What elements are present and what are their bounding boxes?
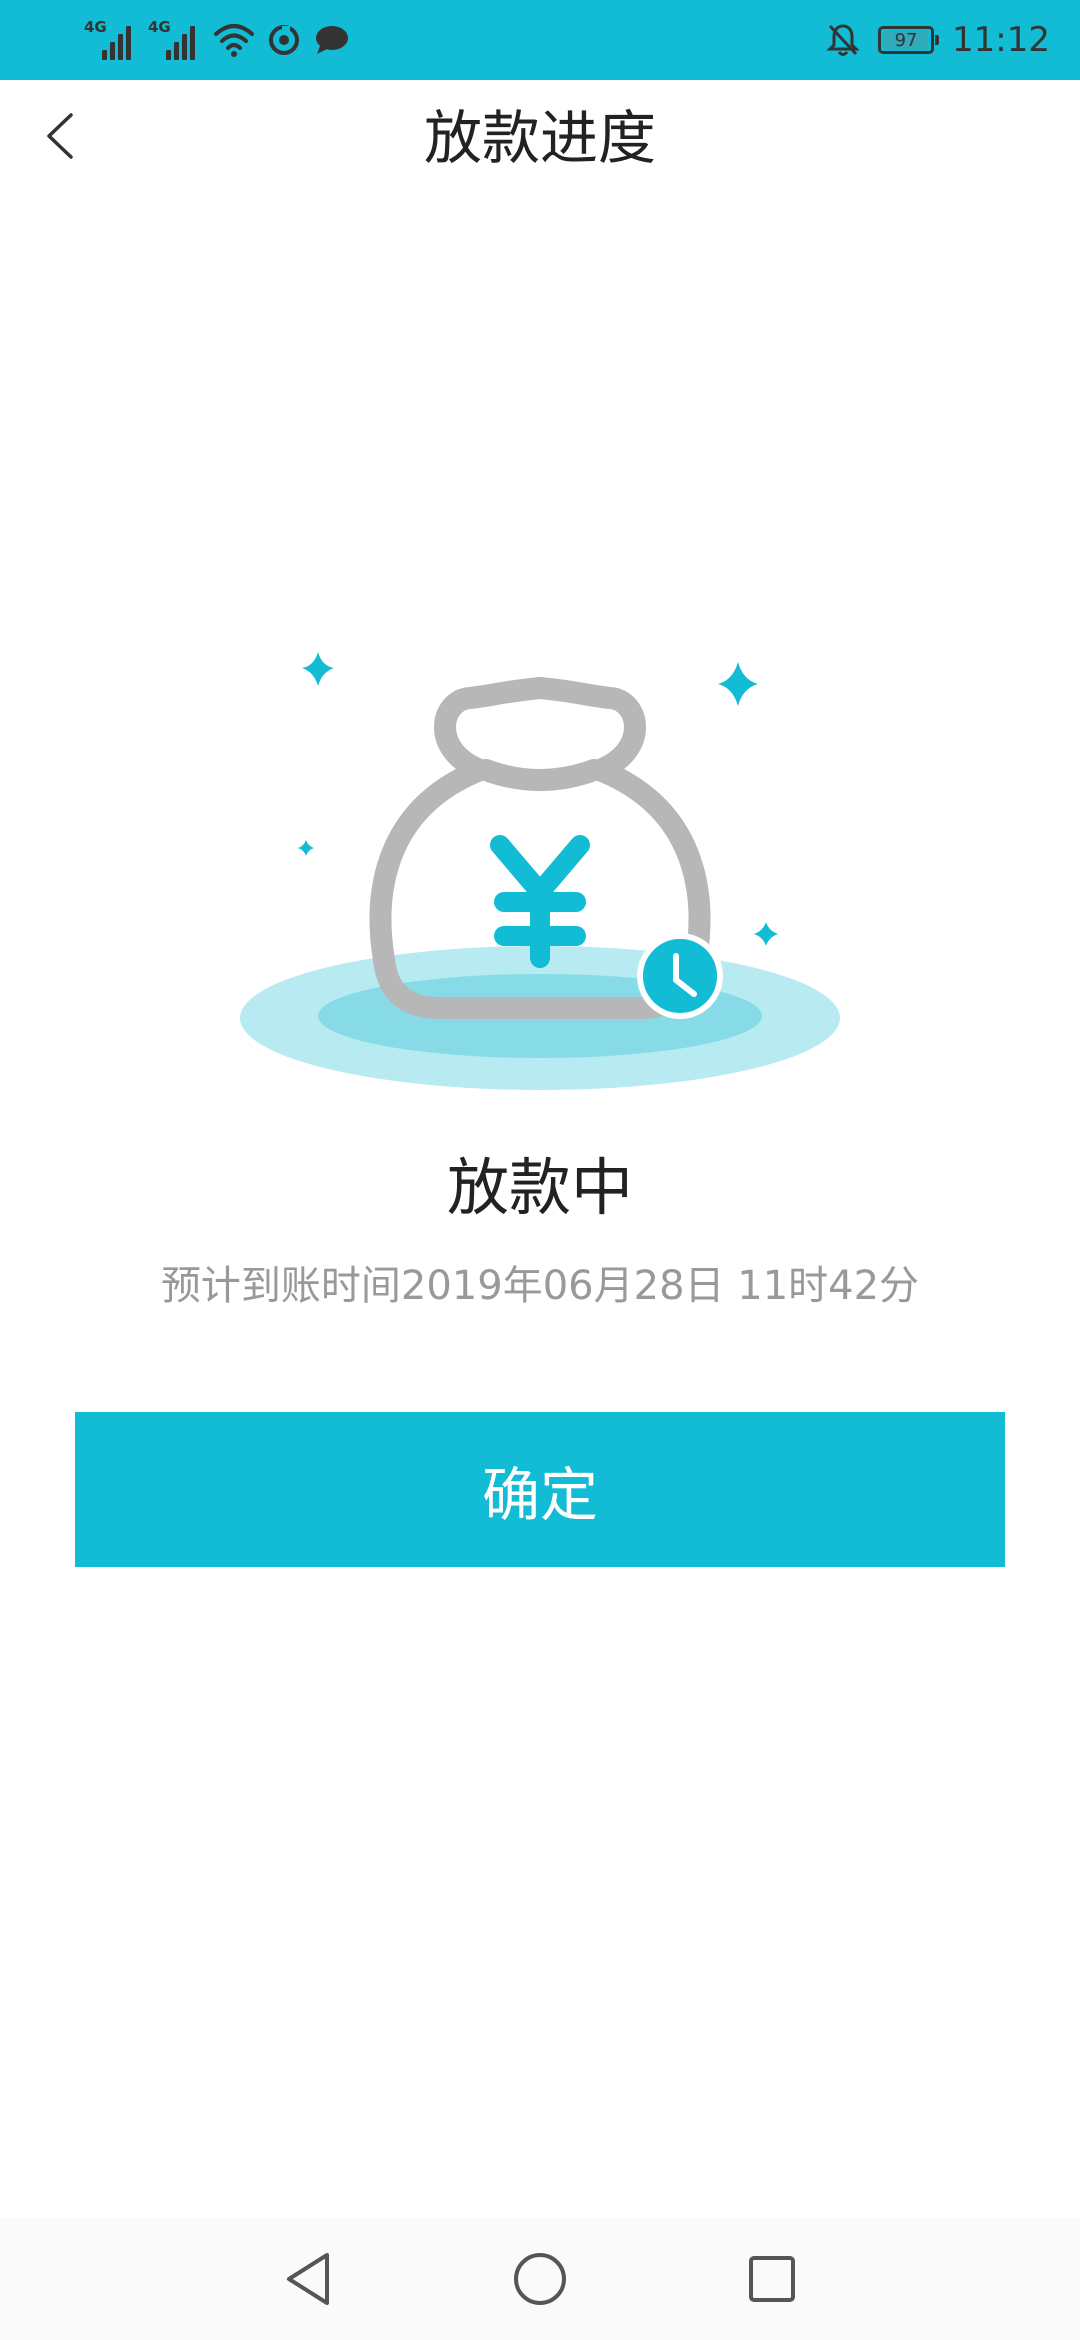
- status-title: 放款中: [446, 1151, 633, 1224]
- sparkle-icon: [718, 662, 758, 706]
- status-bar: 4G 4G 97 11:12: [0, 0, 1080, 80]
- app-notification-icon: [269, 25, 299, 55]
- money-bag-icon: [240, 652, 840, 1090]
- status-right-icons: 97 11:12: [826, 14, 1050, 66]
- page-title: 放款进度: [423, 104, 656, 172]
- status-time: 11:12: [952, 20, 1050, 60]
- clock-icon: [637, 933, 723, 1019]
- yen-icon: [490, 835, 590, 968]
- loan-illustration: [230, 640, 850, 1100]
- estimated-arrival-time: 预计到账时间2019年06月28日 11时42分: [160, 1263, 920, 1309]
- nav-header: 放款进度: [0, 80, 1080, 192]
- network-type-label: 4G: [148, 18, 171, 36]
- system-home-button[interactable]: [505, 2244, 575, 2314]
- signal-icon: 4G: [148, 18, 200, 60]
- battery-level: 97: [894, 29, 918, 51]
- home-circle-icon: [514, 2253, 566, 2305]
- system-recents-button[interactable]: [737, 2244, 807, 2314]
- sparkle-icon: [298, 840, 314, 856]
- recents-square-icon: [749, 2256, 795, 2302]
- message-icon: [316, 26, 348, 54]
- signal-icon: 4G: [84, 18, 136, 60]
- network-type-label: 4G: [84, 18, 107, 36]
- status-left-icons: 4G 4G: [84, 14, 350, 66]
- battery-icon: 97: [878, 26, 940, 54]
- system-back-button[interactable]: [273, 2244, 343, 2314]
- notification-muted-icon: [826, 24, 860, 56]
- sparkle-icon: [302, 652, 334, 686]
- back-triangle-icon: [287, 2253, 329, 2305]
- wifi-icon: [214, 24, 254, 57]
- sparkle-icon: [754, 922, 778, 946]
- confirm-button[interactable]: 确定: [75, 1412, 1005, 1567]
- system-nav-bar: [0, 2218, 1080, 2340]
